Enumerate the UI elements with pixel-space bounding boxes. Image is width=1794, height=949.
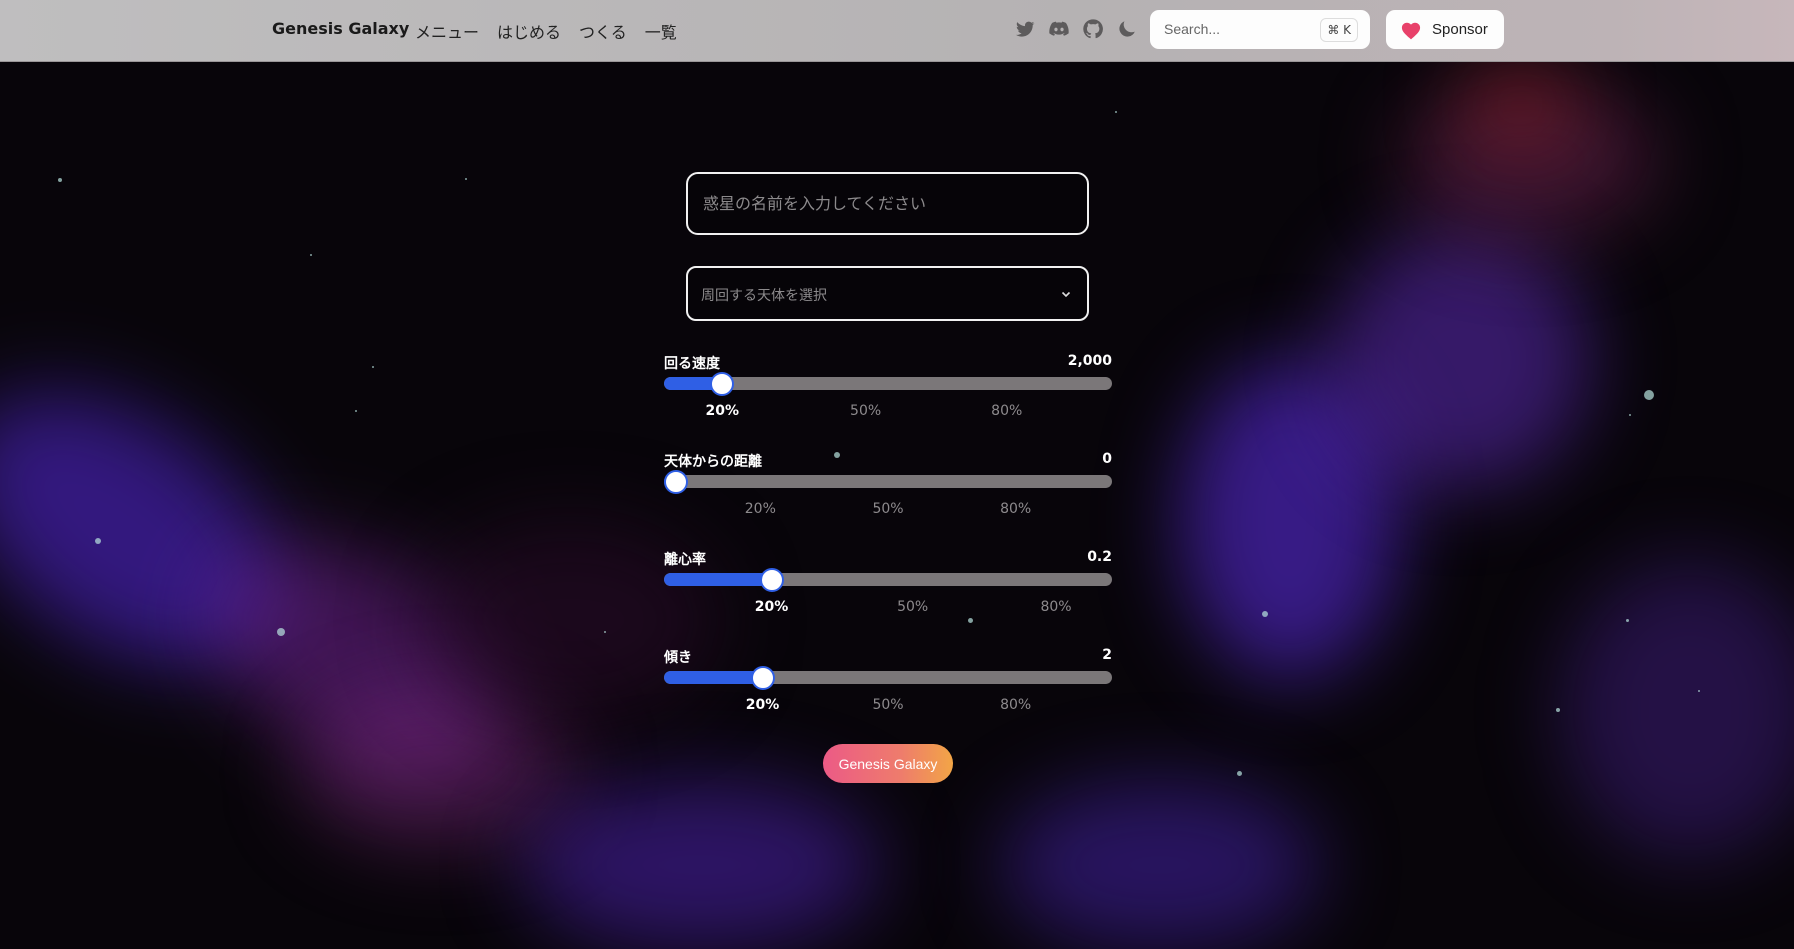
genesis-galaxy-button[interactable]: Genesis Galaxy bbox=[823, 744, 953, 783]
tilt-tick-50: 50% bbox=[872, 697, 904, 713]
distance-tick-80: 80% bbox=[1000, 501, 1032, 517]
top-navbar: Genesis Galaxy メニュー はじめる つくる 一覧 ⌘ K Spon… bbox=[0, 0, 1794, 62]
brand-logo[interactable]: Genesis Galaxy bbox=[272, 19, 409, 38]
distance-track[interactable] bbox=[664, 475, 1112, 488]
eccentricity-track[interactable] bbox=[664, 573, 1112, 586]
discord-icon[interactable] bbox=[1048, 18, 1070, 40]
main-menu: メニュー はじめる つくる 一覧 bbox=[415, 19, 677, 43]
heart-icon bbox=[1401, 22, 1421, 39]
search-box[interactable]: ⌘ K bbox=[1150, 10, 1370, 49]
tilt-thumb[interactable] bbox=[750, 666, 775, 690]
tilt-track[interactable] bbox=[664, 671, 1112, 684]
eccentricity-label: 離心率 bbox=[664, 552, 706, 568]
menu-item-start[interactable]: はじめる bbox=[497, 19, 561, 43]
speed-label: 回る速度 bbox=[664, 356, 720, 372]
menu-item-menu[interactable]: メニュー bbox=[415, 19, 479, 43]
menu-item-create[interactable]: つくる bbox=[579, 19, 627, 43]
distance-label: 天体からの距離 bbox=[664, 454, 762, 470]
distance-value: 0 bbox=[1102, 451, 1112, 467]
speed-tick-80: 80% bbox=[991, 403, 1023, 419]
github-icon[interactable] bbox=[1082, 18, 1104, 40]
distance-slider: 天体からの距離 0 20% 50% 80% bbox=[664, 451, 1112, 531]
eccentricity-value: 0.2 bbox=[1087, 549, 1112, 565]
speed-thumb[interactable] bbox=[710, 372, 735, 396]
speed-tick-50: 50% bbox=[850, 403, 882, 419]
moon-icon[interactable] bbox=[1116, 18, 1138, 40]
distance-thumb[interactable] bbox=[664, 470, 688, 494]
tilt-slider: 傾き 2 20% 50% 80% bbox=[664, 647, 1112, 727]
tilt-tick-20: 20% bbox=[745, 697, 780, 713]
distance-tick-50: 50% bbox=[872, 501, 904, 517]
planet-name-field[interactable] bbox=[686, 172, 1089, 235]
eccentricity-tick-50: 50% bbox=[897, 599, 929, 615]
planet-name-input[interactable] bbox=[701, 193, 1075, 214]
chevron-down-icon bbox=[1061, 291, 1071, 298]
speed-slider: 回る速度 2,000 20% 50% 80% bbox=[664, 353, 1112, 433]
tilt-tick-80: 80% bbox=[1000, 697, 1032, 713]
social-icons bbox=[1014, 18, 1138, 40]
tilt-value: 2 bbox=[1102, 647, 1112, 663]
eccentricity-tick-20: 20% bbox=[754, 599, 789, 615]
eccentricity-thumb[interactable] bbox=[759, 568, 784, 592]
speed-tick-20: 20% bbox=[705, 403, 739, 419]
orbit-body-placeholder: 周回する天体を選択 bbox=[701, 288, 827, 304]
eccentricity-slider: 離心率 0.2 20% 50% 80% bbox=[664, 549, 1112, 629]
planet-form: 周回する天体を選択 回る速度 2,000 20% 50% 80% 天体からの距離… bbox=[0, 0, 1794, 949]
menu-item-list[interactable]: 一覧 bbox=[645, 19, 677, 43]
sponsor-button[interactable]: Sponsor bbox=[1386, 10, 1504, 49]
distance-tick-20: 20% bbox=[744, 501, 776, 517]
orbit-body-select[interactable]: 周回する天体を選択 bbox=[686, 266, 1089, 321]
eccentricity-tick-80: 80% bbox=[1040, 599, 1072, 615]
search-shortcut-badge: ⌘ K bbox=[1320, 18, 1358, 42]
speed-value: 2,000 bbox=[1067, 353, 1112, 369]
search-input[interactable] bbox=[1162, 20, 1316, 38]
sponsor-label: Sponsor bbox=[1432, 21, 1488, 38]
tilt-label: 傾き bbox=[664, 650, 692, 666]
twitter-icon[interactable] bbox=[1014, 18, 1036, 40]
